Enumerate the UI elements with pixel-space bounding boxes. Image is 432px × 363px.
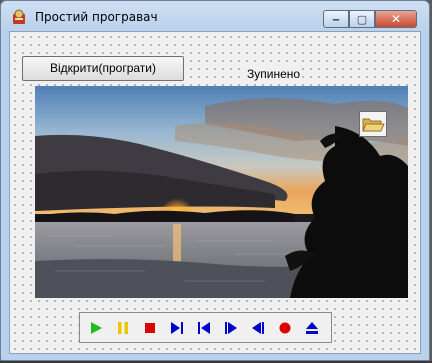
minimize-button[interactable]: ‒: [323, 10, 349, 28]
stop-icon: [144, 322, 155, 333]
rewind-icon: [251, 321, 264, 334]
form-client-area: Відкрити(програти) Зупинено: [9, 31, 421, 354]
play-button[interactable]: [82, 314, 109, 341]
window-title: Простий програвач: [35, 10, 158, 24]
record-button[interactable]: [271, 314, 298, 341]
pause-button[interactable]: [109, 314, 136, 341]
transport-toolbar: [79, 312, 332, 343]
play-icon: [90, 321, 102, 334]
video-display[interactable]: [35, 86, 408, 298]
skip-next-icon: [170, 321, 183, 334]
sunset-lake-image: [35, 86, 408, 298]
fast-forward-icon: [224, 321, 237, 334]
minimize-icon: ‒: [332, 12, 340, 26]
maximize-icon: ▢: [356, 12, 368, 26]
open-play-button[interactable]: Відкрити(програти): [22, 56, 184, 81]
rewind-button[interactable]: [244, 314, 271, 341]
record-icon: [279, 322, 290, 333]
status-label: Зупинено: [246, 67, 302, 81]
close-icon: ✕: [390, 12, 402, 26]
eject-button[interactable]: [298, 314, 325, 341]
title-bar[interactable]: Простий програвач ‒ ▢ ✕: [1, 1, 429, 31]
eject-icon: [305, 321, 318, 334]
fast-forward-button[interactable]: [217, 314, 244, 341]
previous-track-button[interactable]: [190, 314, 217, 341]
close-button[interactable]: ✕: [375, 10, 417, 28]
stop-button[interactable]: [136, 314, 163, 341]
open-folder-icon[interactable]: [359, 111, 387, 137]
player-window: Простий програвач ‒ ▢ ✕ Відкрити(програт…: [0, 0, 430, 361]
next-track-button[interactable]: [163, 314, 190, 341]
media-player-icon: [13, 9, 25, 24]
skip-previous-icon: [197, 321, 210, 334]
maximize-button[interactable]: ▢: [349, 10, 375, 28]
pause-icon: [117, 321, 128, 334]
